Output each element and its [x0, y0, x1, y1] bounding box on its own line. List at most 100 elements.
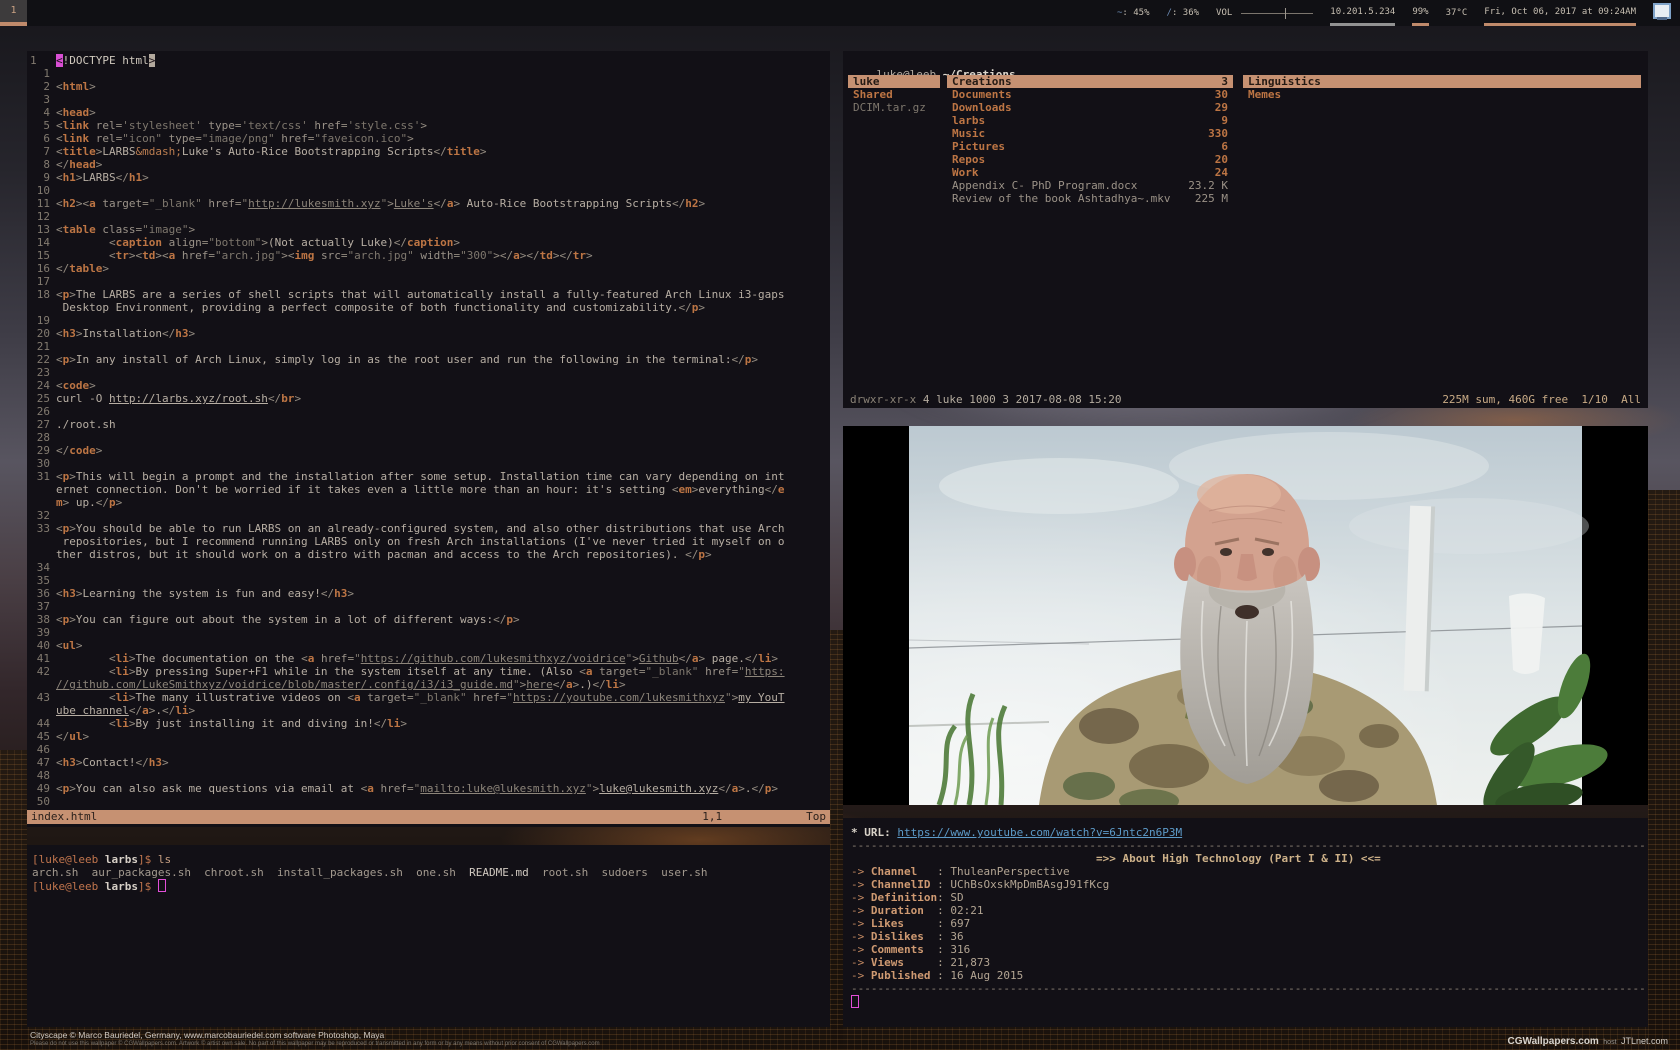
video-info-terminal[interactable]: * URL: https://www.youtube.com/watch?v=6… [843, 818, 1648, 1027]
text-line: 17 [30, 275, 830, 288]
vim-statusline: index.html 1,1 Top [27, 810, 830, 824]
text-line: 5<link rel='stylesheet' type='text/css' … [30, 119, 830, 132]
text-line: =>> About High Technology (Part I & II) … [851, 852, 1648, 865]
text-line: m> up.</p> [30, 496, 830, 509]
text-line: ube channel</a>.</li> [30, 704, 830, 717]
text-line: Fri, Oct 06, 2017 at 09:24AM [1484, 0, 1636, 26]
text-line: 23 [30, 366, 830, 379]
text-line: 8</head> [30, 158, 830, 171]
video-frame [843, 426, 1648, 805]
text-line: 34 [30, 561, 830, 574]
text-line: 37°C [1446, 0, 1468, 26]
text-line: Repos20 [947, 153, 1233, 166]
desktop: { "bar": { "workspace": "1", "status_ite… [0, 0, 1680, 1050]
text-line: 19 [30, 314, 830, 327]
text-line: //github.com/LukeSmithxyz/voidrice/blob/… [30, 678, 830, 691]
shell-terminal-window[interactable]: [luke@leeb larbs]$ lsarch.sh aur_package… [27, 845, 830, 1027]
text-line: -> Definition: SD [851, 891, 1648, 904]
ranger-preview-column[interactable]: LinguisticsMemes [1243, 75, 1641, 101]
text-line: 40<ul> [30, 639, 830, 652]
wallpaper-host-label: host [1603, 1039, 1616, 1046]
text-line: 1<!DOCTYPE html> [30, 54, 830, 67]
video-player-window[interactable] [843, 426, 1648, 805]
text-line: ernet connection. Don't be worried if it… [30, 483, 830, 496]
text-line: Shared [848, 88, 940, 101]
text-line: 10.201.5.234 [1330, 0, 1395, 26]
editor-buffer: 1<!DOCTYPE html>12<html>34<head>5<link r… [27, 51, 830, 808]
tray-monitor-icon[interactable] [1653, 3, 1671, 22]
text-line: 31<p>This will begin a prompt and the in… [30, 470, 830, 483]
wallpaper-credit-right: CGWallpapers.com host JTLnet.com [1508, 1031, 1669, 1049]
text-line: 35 [30, 574, 830, 587]
monitor-stand-shape [1657, 17, 1667, 20]
text-line: Pictures6 [947, 140, 1233, 153]
text-line: 4<head> [30, 106, 830, 119]
text-line: -> Published : 16 Aug 2015 [851, 969, 1648, 982]
text-line: 30 [30, 457, 830, 470]
text-line: -> Duration : 02:21 [851, 904, 1648, 917]
text-line: 16</table> [30, 262, 830, 275]
text-line: 18<p>The LARBS are a series of shell scr… [30, 288, 830, 301]
text-line: * URL: https://www.youtube.com/watch?v=6… [851, 826, 1648, 839]
text-line: 33<p>You should be able to run LARBS on … [30, 522, 830, 535]
text-line: 47<h3>Contact!</h3> [30, 756, 830, 769]
text-line: 22<p>In any install of Arch Linux, simpl… [30, 353, 830, 366]
status-bar: 1 ~: 45%/: 36%VOL10.201.5.23499%37°CFri,… [0, 0, 1680, 26]
text-line: 49<p>You can also ask me questions via e… [30, 782, 830, 795]
status-blocks: ~: 45%/: 36%VOL10.201.5.23499%37°CFri, O… [1117, 0, 1636, 26]
ranger-parent-column[interactable]: lukeSharedDCIM.tar.gz [848, 75, 940, 114]
text-line: Work24 [947, 166, 1233, 179]
text-line: 29</code> [30, 444, 830, 457]
wallpaper-credit-line1: Cityscape © Marco Bauriedel, Germany, ww… [30, 1031, 600, 1040]
text-line: 10 [30, 184, 830, 197]
text-line: 37 [30, 600, 830, 613]
text-line: Desktop Environment, providing a perfect… [30, 301, 830, 314]
wallpaper-credit-fineprint: Please do not use this wallpaper © CGWal… [30, 1040, 600, 1049]
vim-filename: index.html [31, 810, 97, 824]
text-line: 43 <li>The many illustrative videos on <… [30, 691, 830, 704]
text-line: -> Comments : 316 [851, 943, 1648, 956]
text-line: ----------------------------------------… [851, 839, 1648, 852]
ranger-window[interactable]: luke@leeb ~/Creations lukeSharedDCIM.tar… [843, 51, 1648, 408]
wallpaper-site: CGWallpapers.com [1508, 1036, 1599, 1047]
text-line: 11<h2><a target="_blank" href="http://lu… [30, 197, 830, 210]
ranger-disk-info: 225M sum, 460G free 1/10 All [1442, 393, 1641, 406]
text-line: Review of the book Ashtadhya~.mkv225 M [947, 192, 1233, 205]
workspace-indicator[interactable]: 1 [0, 0, 27, 22]
text-line: 46 [30, 743, 830, 756]
text-line: 41 <li>The documentation on the <a href=… [30, 652, 830, 665]
text-line: 9<h1>LARBS</h1> [30, 171, 830, 184]
text-line: Appendix C- PhD Program.docx23.2 K [947, 179, 1233, 192]
text-line: repositories, but I recommend running LA… [30, 535, 830, 548]
text-line: 44 <li>By just installing it and diving … [30, 717, 830, 730]
text-line: 15 <tr><td><a href="arch.jpg"><img src="… [30, 249, 830, 262]
vim-cursor-position: 1,1 [702, 810, 722, 824]
workspace-underline [0, 22, 27, 26]
text-line: /: 36% [1167, 0, 1200, 26]
text-line: Documents30 [947, 88, 1233, 101]
text-line: 38<p>You can figure out about the system… [30, 613, 830, 626]
text-line: 32 [30, 509, 830, 522]
text-line: 27./root.sh [30, 418, 830, 431]
text-line: 26 [30, 405, 830, 418]
text-line: DCIM.tar.gz [848, 101, 940, 114]
text-line: 39 [30, 626, 830, 639]
text-line: -> ChannelID : UChBsOxskMpDmBAsgJ91fKcg [851, 878, 1648, 891]
ranger-current-column[interactable]: Creations3Documents30Downloads29larbs9Mu… [947, 75, 1233, 205]
text-line: [luke@leeb larbs]$ [32, 879, 830, 893]
text-line: 99% [1412, 0, 1428, 26]
text-line: VOL [1216, 0, 1313, 26]
text-line: luke [848, 75, 940, 88]
text-line: 50 [30, 795, 830, 808]
text-line: 21 [30, 340, 830, 353]
text-line: 6<link rel="icon" type="image/png" href=… [30, 132, 830, 145]
workspace-number: 1 [10, 5, 16, 16]
editor-window[interactable]: 1<!DOCTYPE html>12<html>34<head>5<link r… [27, 51, 830, 827]
text-line: 42 <li>By pressing Super+F1 while in the… [30, 665, 830, 678]
text-line: 1 [30, 67, 830, 80]
wallpaper-credit-left: Cityscape © Marco Bauriedel, Germany, ww… [30, 1031, 600, 1049]
text-line: ----------------------------------------… [851, 982, 1648, 995]
text-line: 13<table class="image"> [30, 223, 830, 236]
text-line: Memes [1243, 88, 1641, 101]
text-line: 20<h3>Installation</h3> [30, 327, 830, 340]
